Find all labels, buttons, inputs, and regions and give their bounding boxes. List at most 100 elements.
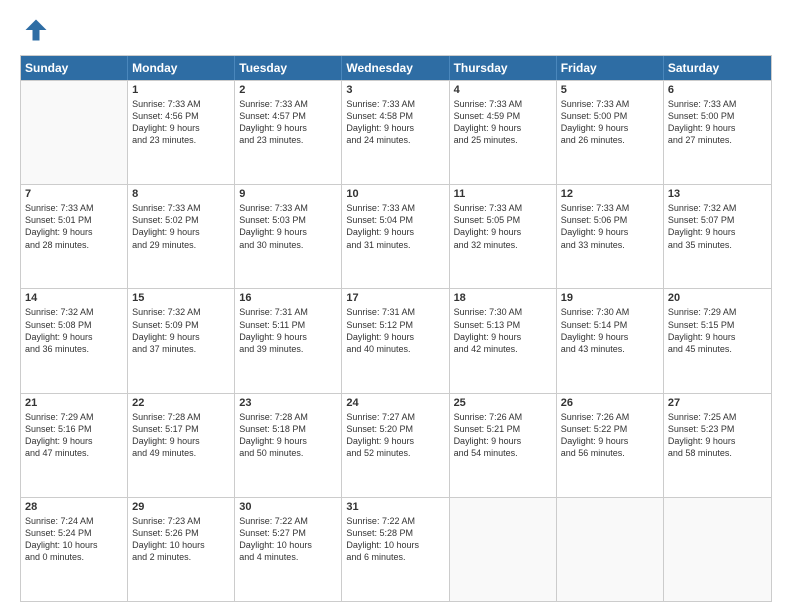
day-info: Sunrise: 7:28 AMSunset: 5:17 PMDaylight:… xyxy=(132,411,230,460)
day-cell-29: 29 Sunrise: 7:23 AMSunset: 5:26 PMDayligh… xyxy=(128,498,235,601)
day-cell-31: 31 Sunrise: 7:22 AMSunset: 5:28 PMDayligh… xyxy=(342,498,449,601)
day-number: 12 xyxy=(561,188,659,200)
header xyxy=(20,16,772,49)
day-info: Sunrise: 7:32 AMSunset: 5:07 PMDaylight:… xyxy=(668,202,767,251)
day-info: Sunrise: 7:30 AMSunset: 5:13 PMDaylight:… xyxy=(454,306,552,355)
day-number: 31 xyxy=(346,501,444,513)
day-number: 17 xyxy=(346,292,444,304)
day-info: Sunrise: 7:33 AMSunset: 4:56 PMDaylight:… xyxy=(132,98,230,147)
day-cell-1: 1 Sunrise: 7:33 AMSunset: 4:56 PMDaylight… xyxy=(128,81,235,184)
empty-cell-4-4 xyxy=(450,498,557,601)
logo xyxy=(20,16,50,49)
calendar: SundayMondayTuesdayWednesdayThursdayFrid… xyxy=(20,55,772,602)
day-cell-17: 17 Sunrise: 7:31 AMSunset: 5:12 PMDayligh… xyxy=(342,289,449,392)
day-info: Sunrise: 7:31 AMSunset: 5:11 PMDaylight:… xyxy=(239,306,337,355)
day-number: 25 xyxy=(454,397,552,409)
day-number: 9 xyxy=(239,188,337,200)
day-cell-13: 13 Sunrise: 7:32 AMSunset: 5:07 PMDayligh… xyxy=(664,185,771,288)
day-cell-5: 5 Sunrise: 7:33 AMSunset: 5:00 PMDaylight… xyxy=(557,81,664,184)
calendar-row-4: 28 Sunrise: 7:24 AMSunset: 5:24 PMDayligh… xyxy=(21,497,771,601)
day-number: 4 xyxy=(454,84,552,96)
day-number: 22 xyxy=(132,397,230,409)
day-number: 10 xyxy=(346,188,444,200)
day-info: Sunrise: 7:30 AMSunset: 5:14 PMDaylight:… xyxy=(561,306,659,355)
day-cell-3: 3 Sunrise: 7:33 AMSunset: 4:58 PMDaylight… xyxy=(342,81,449,184)
day-info: Sunrise: 7:33 AMSunset: 4:57 PMDaylight:… xyxy=(239,98,337,147)
day-info: Sunrise: 7:26 AMSunset: 5:21 PMDaylight:… xyxy=(454,411,552,460)
header-day-thursday: Thursday xyxy=(450,56,557,80)
day-number: 27 xyxy=(668,397,767,409)
logo-icon xyxy=(22,16,50,44)
day-info: Sunrise: 7:33 AMSunset: 5:00 PMDaylight:… xyxy=(668,98,767,147)
day-cell-6: 6 Sunrise: 7:33 AMSunset: 5:00 PMDaylight… xyxy=(664,81,771,184)
day-cell-9: 9 Sunrise: 7:33 AMSunset: 5:03 PMDaylight… xyxy=(235,185,342,288)
day-info: Sunrise: 7:26 AMSunset: 5:22 PMDaylight:… xyxy=(561,411,659,460)
day-number: 7 xyxy=(25,188,123,200)
day-number: 28 xyxy=(25,501,123,513)
day-info: Sunrise: 7:22 AMSunset: 5:28 PMDaylight:… xyxy=(346,515,444,564)
day-info: Sunrise: 7:33 AMSunset: 4:59 PMDaylight:… xyxy=(454,98,552,147)
page: SundayMondayTuesdayWednesdayThursdayFrid… xyxy=(0,0,792,612)
day-cell-12: 12 Sunrise: 7:33 AMSunset: 5:06 PMDayligh… xyxy=(557,185,664,288)
day-cell-8: 8 Sunrise: 7:33 AMSunset: 5:02 PMDaylight… xyxy=(128,185,235,288)
day-info: Sunrise: 7:29 AMSunset: 5:16 PMDaylight:… xyxy=(25,411,123,460)
day-cell-11: 11Sunrise: 7:33 AMSunset: 5:05 PMDayligh… xyxy=(450,185,557,288)
day-cell-26: 26 Sunrise: 7:26 AMSunset: 5:22 PMDayligh… xyxy=(557,394,664,497)
day-cell-23: 23Sunrise: 7:28 AMSunset: 5:18 PMDayligh… xyxy=(235,394,342,497)
day-number: 5 xyxy=(561,84,659,96)
day-cell-4: 4 Sunrise: 7:33 AMSunset: 4:59 PMDaylight… xyxy=(450,81,557,184)
day-cell-15: 15 Sunrise: 7:32 AMSunset: 5:09 PMDayligh… xyxy=(128,289,235,392)
day-info: Sunrise: 7:33 AMSunset: 5:00 PMDaylight:… xyxy=(561,98,659,147)
day-info: Sunrise: 7:27 AMSunset: 5:20 PMDaylight:… xyxy=(346,411,444,460)
day-info: Sunrise: 7:24 AMSunset: 5:24 PMDaylight:… xyxy=(25,515,123,564)
day-info: Sunrise: 7:23 AMSunset: 5:26 PMDaylight:… xyxy=(132,515,230,564)
day-number: 23 xyxy=(239,397,337,409)
day-number: 19 xyxy=(561,292,659,304)
day-number: 15 xyxy=(132,292,230,304)
day-number: 14 xyxy=(25,292,123,304)
day-number: 18 xyxy=(454,292,552,304)
header-day-wednesday: Wednesday xyxy=(342,56,449,80)
day-number: 6 xyxy=(668,84,767,96)
day-cell-18: 18 Sunrise: 7:30 AMSunset: 5:13 PMDayligh… xyxy=(450,289,557,392)
day-number: 13 xyxy=(668,188,767,200)
day-info: Sunrise: 7:33 AMSunset: 5:06 PMDaylight:… xyxy=(561,202,659,251)
day-cell-7: 7 Sunrise: 7:33 AMSunset: 5:01 PMDaylight… xyxy=(21,185,128,288)
day-info: Sunrise: 7:31 AMSunset: 5:12 PMDaylight:… xyxy=(346,306,444,355)
header-day-monday: Monday xyxy=(128,56,235,80)
day-number: 24 xyxy=(346,397,444,409)
empty-cell-4-5 xyxy=(557,498,664,601)
day-cell-20: 20 Sunrise: 7:29 AMSunset: 5:15 PMDayligh… xyxy=(664,289,771,392)
empty-cell-0-0 xyxy=(21,81,128,184)
day-number: 29 xyxy=(132,501,230,513)
day-cell-22: 22 Sunrise: 7:28 AMSunset: 5:17 PMDayligh… xyxy=(128,394,235,497)
day-info: Sunrise: 7:33 AMSunset: 5:01 PMDaylight:… xyxy=(25,202,123,251)
day-number: 26 xyxy=(561,397,659,409)
day-info: Sunrise: 7:33 AMSunset: 5:04 PMDaylight:… xyxy=(346,202,444,251)
day-number: 16 xyxy=(239,292,337,304)
day-number: 1 xyxy=(132,84,230,96)
day-number: 8 xyxy=(132,188,230,200)
day-info: Sunrise: 7:32 AMSunset: 5:08 PMDaylight:… xyxy=(25,306,123,355)
calendar-row-0: 1 Sunrise: 7:33 AMSunset: 4:56 PMDaylight… xyxy=(21,80,771,184)
day-info: Sunrise: 7:32 AMSunset: 5:09 PMDaylight:… xyxy=(132,306,230,355)
day-number: 2 xyxy=(239,84,337,96)
day-cell-27: 27Sunrise: 7:25 AMSunset: 5:23 PMDayligh… xyxy=(664,394,771,497)
day-number: 30 xyxy=(239,501,337,513)
day-info: Sunrise: 7:33 AMSunset: 5:02 PMDaylight:… xyxy=(132,202,230,251)
empty-cell-4-6 xyxy=(664,498,771,601)
day-info: Sunrise: 7:29 AMSunset: 5:15 PMDaylight:… xyxy=(668,306,767,355)
day-number: 3 xyxy=(346,84,444,96)
calendar-row-3: 21Sunrise: 7:29 AMSunset: 5:16 PMDayligh… xyxy=(21,393,771,497)
calendar-row-2: 14 Sunrise: 7:32 AMSunset: 5:08 PMDayligh… xyxy=(21,288,771,392)
day-cell-30: 30Sunrise: 7:22 AMSunset: 5:27 PMDayligh… xyxy=(235,498,342,601)
header-day-friday: Friday xyxy=(557,56,664,80)
header-day-sunday: Sunday xyxy=(21,56,128,80)
calendar-row-1: 7 Sunrise: 7:33 AMSunset: 5:01 PMDaylight… xyxy=(21,184,771,288)
day-info: Sunrise: 7:33 AMSunset: 4:58 PMDaylight:… xyxy=(346,98,444,147)
header-day-tuesday: Tuesday xyxy=(235,56,342,80)
day-cell-25: 25 Sunrise: 7:26 AMSunset: 5:21 PMDayligh… xyxy=(450,394,557,497)
day-info: Sunrise: 7:33 AMSunset: 5:03 PMDaylight:… xyxy=(239,202,337,251)
day-number: 20 xyxy=(668,292,767,304)
day-cell-21: 21Sunrise: 7:29 AMSunset: 5:16 PMDayligh… xyxy=(21,394,128,497)
